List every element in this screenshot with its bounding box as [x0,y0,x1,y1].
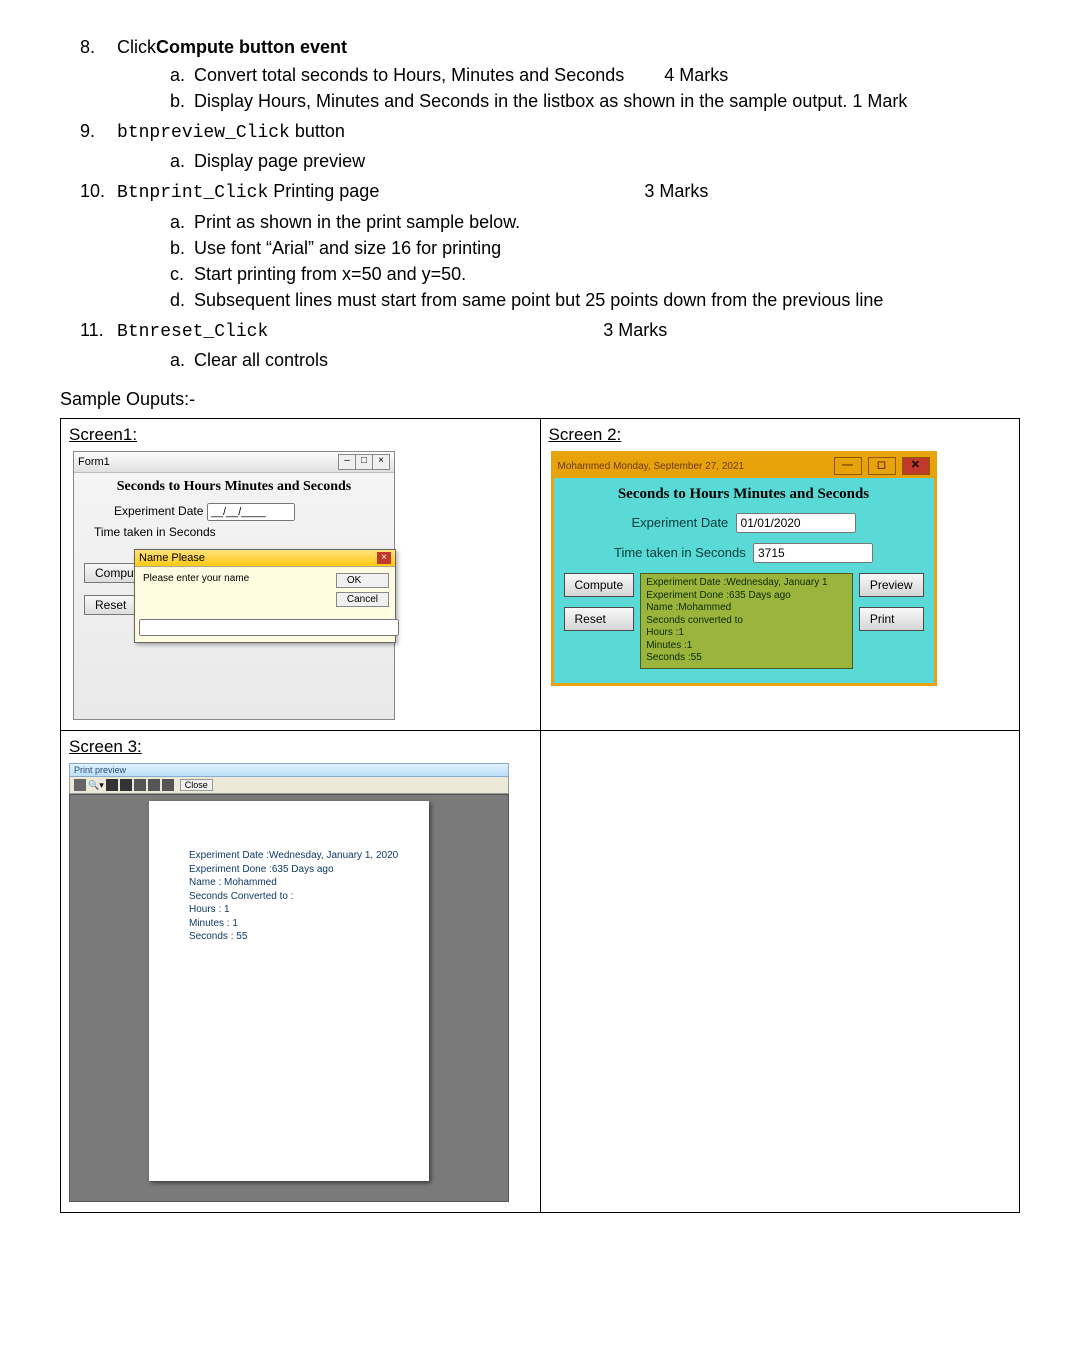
experiment-date-input[interactable] [207,503,295,521]
print-button[interactable]: Print [859,607,924,631]
screenshot-grid: Screen1: Form1 – □ × Seconds to Hours Mi… [60,418,1020,1213]
compute-button[interactable]: Compute [564,573,635,597]
seconds-input[interactable] [753,543,873,563]
print-preview-toolbar: 🔍▾ Close [69,777,509,794]
sixpage-icon[interactable] [162,779,174,791]
print-preview-window: Print preview 🔍▾ Close Experiment Dat [69,763,509,1202]
item-10: 10. Btnprint_Click Printing page 3 Marks… [80,178,1020,312]
output-listbox[interactable]: Experiment Date :Wednesday, January 1 Ex… [640,573,853,669]
screen2-label: Screen 2: [549,425,1012,445]
fourpage-icon[interactable] [148,779,160,791]
close-icon[interactable]: × [377,552,391,564]
minimize-icon[interactable]: – [338,454,356,470]
item-9: 9. btnpreview_Click button a.Display pag… [80,118,1020,174]
close-icon[interactable]: × [372,454,390,470]
preview-page: Experiment Date :Wednesday, January 1, 2… [149,801,429,1181]
maximize-icon[interactable]: ◻ [868,457,896,475]
form2-window: Mohammed Monday, September 27, 2021 — ◻ … [551,451,937,686]
twopage-icon[interactable] [120,779,132,791]
reset-button[interactable]: Reset [564,607,635,631]
threepage-icon[interactable] [134,779,146,791]
screen1-label: Screen1: [69,425,532,445]
item-11: 11. Btnreset_Click 3 Marks a.Clear all c… [80,317,1020,373]
form1-title: Form1 [78,456,110,468]
maximize-icon[interactable]: □ [355,454,373,470]
screen3-label: Screen 3: [69,737,532,757]
inputbox-prompt: Please enter your name [143,573,330,607]
experiment-date-input[interactable] [736,513,856,533]
minimize-icon[interactable]: — [834,457,862,475]
zoom-icon[interactable]: 🔍▾ [88,780,104,791]
cancel-button[interactable]: Cancel [336,592,389,607]
app-header: Seconds to Hours Minutes and Seconds [84,479,384,495]
name-textbox[interactable] [139,619,399,636]
form1-window: Form1 – □ × Seconds to Hours Minutes and… [73,451,395,720]
name-inputbox: Name Please × Please enter your name OK … [134,549,396,643]
item-8: 8. ClickCompute button event a.Convert t… [80,34,1020,114]
preview-button[interactable]: Preview [859,573,924,597]
app-header: Seconds to Hours Minutes and Seconds [564,486,924,503]
inputbox-title: Name Please [139,552,205,564]
sample-outputs-label: Sample Ouputs:- [60,389,1020,410]
onepage-icon[interactable] [106,779,118,791]
close-preview-button[interactable]: Close [180,779,213,791]
print-preview-title: Print preview [69,763,509,777]
print-icon[interactable] [74,779,86,791]
instruction-list: 8. ClickCompute button event a.Convert t… [60,34,1020,373]
ok-button[interactable]: OK [336,573,389,588]
close-icon[interactable]: ✕ [902,457,930,475]
form2-title: Mohammed Monday, September 27, 2021 [558,461,745,472]
reset-button[interactable]: Reset [84,595,137,615]
